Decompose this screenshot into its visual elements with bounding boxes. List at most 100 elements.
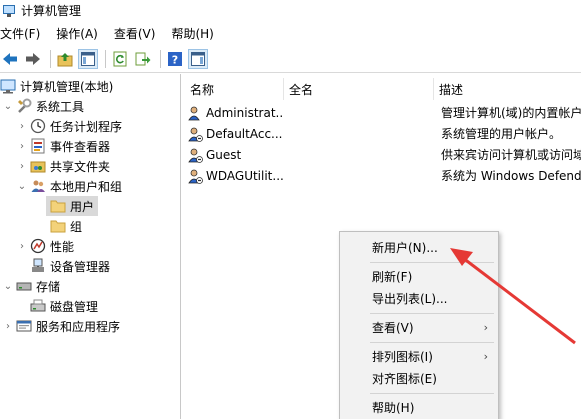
folder-icon [50, 198, 66, 214]
menu-item-view[interactable]: 查看(V) › [340, 316, 498, 338]
help-icon[interactable]: ? [165, 49, 185, 69]
show-hide-action-pane-icon[interactable] [188, 48, 208, 69]
tree-node-performance[interactable]: › 性能 [16, 236, 78, 256]
user-icon [187, 147, 203, 163]
chevron-right-icon[interactable]: › [2, 320, 14, 332]
navigation-tree: 计算机管理(本地) ⌄ 系统工具 › 任务计划程序 › 事件查看器 › 共享文件… [0, 74, 181, 419]
forward-icon[interactable] [23, 49, 43, 69]
tree-label: 任务计划程序 [50, 119, 123, 134]
menu-item-new-user[interactable]: 新用户(N)... [340, 236, 498, 258]
column-header-description[interactable]: 描述 [434, 78, 581, 100]
show-hide-tree-icon[interactable] [78, 48, 98, 69]
tree-label: 用户 [70, 199, 95, 214]
window-title: 计算机管理 [21, 4, 82, 18]
computer-management-icon [0, 78, 16, 94]
chevron-down-icon[interactable]: ⌄ [2, 280, 14, 292]
tree-node-local-users-groups[interactable]: ⌄ 本地用户和组 [16, 176, 126, 196]
menu-item-refresh[interactable]: 刷新(F) [340, 265, 498, 287]
menu-action[interactable]: 操作(A) [56, 25, 106, 42]
title-bar: 计算机管理 [0, 0, 581, 21]
tree-node-groups[interactable]: 组 [46, 216, 86, 236]
context-menu: 新用户(N)... 刷新(F) 导出列表(L)... 查看(V) › 排列图标(I… [339, 231, 499, 419]
tree-node-disk-management[interactable]: 磁盘管理 [28, 296, 102, 316]
menu-separator [370, 313, 494, 314]
tree-label: 事件查看器 [50, 139, 111, 154]
user-description: 管理计算机(域)的内置帐户 [441, 106, 581, 120]
table-row[interactable]: Guest 供来宾访问计算机或访问域 [183, 144, 581, 165]
refresh-icon[interactable] [110, 49, 130, 69]
tree-label: 设备管理器 [50, 259, 111, 274]
menu-item-label: 新用户(N)... [372, 240, 438, 255]
chevron-right-icon[interactable]: › [16, 160, 28, 172]
menu-view[interactable]: 查看(V) [114, 25, 164, 42]
back-icon[interactable] [0, 49, 20, 69]
toolbar-separator [160, 49, 161, 68]
chevron-right-icon: › [483, 320, 488, 334]
user-icon [187, 105, 203, 121]
menu-item-label: 对齐图标(E) [372, 371, 437, 386]
table-row[interactable]: Administrat... 管理计算机(域)的内置帐户 [183, 102, 581, 123]
tree-node-storage[interactable]: ⌄ 存储 [2, 276, 64, 296]
storage-icon [16, 278, 32, 294]
export-list-icon[interactable] [133, 49, 153, 69]
table-row[interactable]: WDAGUtilit... 系统为 Windows Defend [183, 165, 581, 186]
menu-separator [370, 393, 494, 394]
device-manager-icon [30, 258, 46, 274]
tree-node-computer-management[interactable]: 计算机管理(本地) [0, 76, 117, 96]
tree-node-shared-folders[interactable]: › 共享文件夹 [16, 156, 114, 176]
services-icon [16, 318, 32, 334]
user-name: Administrat... [206, 105, 284, 120]
menu-separator [370, 342, 494, 343]
user-icon [187, 126, 203, 142]
performance-icon [30, 238, 46, 254]
user-description: 系统管理的用户帐户。 [441, 127, 562, 141]
tree-node-device-manager[interactable]: 设备管理器 [28, 256, 114, 276]
menu-item-label: 排列图标(I) [372, 349, 433, 364]
toolbar-separator [105, 49, 106, 68]
tree-node-task-scheduler[interactable]: › 任务计划程序 [16, 116, 126, 136]
up-folder-icon[interactable] [55, 49, 75, 69]
chevron-right-icon: › [483, 349, 488, 363]
menu-item-export-list[interactable]: 导出列表(L)... [340, 287, 498, 309]
tree-label: 本地用户和组 [50, 179, 123, 194]
shared-folder-icon [30, 158, 46, 174]
user-description: 供来宾访问计算机或访问域 [441, 148, 581, 162]
chevron-right-icon[interactable]: › [16, 240, 28, 252]
chevron-right-icon[interactable]: › [16, 120, 28, 132]
chevron-down-icon[interactable]: ⌄ [16, 180, 28, 192]
clock-icon [30, 118, 46, 134]
user-name: DefaultAcc... [206, 126, 283, 141]
tree-node-users[interactable]: 用户 [46, 196, 99, 216]
tree-node-event-viewer[interactable]: › 事件查看器 [16, 136, 114, 156]
menu-bar: 文件(F) 操作(A) 查看(V) 帮助(H) [0, 21, 581, 45]
tree-label: 共享文件夹 [50, 159, 111, 174]
chevron-right-icon[interactable]: › [16, 140, 28, 152]
tree-node-services-applications[interactable]: › 服务和应用程序 [2, 316, 124, 336]
column-header-fullname[interactable]: 全名 [284, 78, 434, 100]
menu-item-arrange-icons[interactable]: 排列图标(I) › [340, 345, 498, 367]
user-name: WDAGUtilit... [206, 168, 284, 183]
computer-management-icon [2, 4, 16, 18]
chevron-down-icon[interactable]: ⌄ [2, 100, 14, 112]
tree-label: 服务和应用程序 [36, 319, 121, 334]
menu-item-align-icons[interactable]: 对齐图标(E) [340, 367, 498, 389]
svg-text:?: ? [172, 53, 178, 66]
toolbar: ? [0, 45, 581, 73]
table-row[interactable]: DefaultAcc... 系统管理的用户帐户。 [183, 123, 581, 144]
tree-label: 组 [70, 219, 83, 234]
users-group-icon [30, 178, 46, 194]
menu-item-label: 查看(V) [372, 320, 414, 335]
toolbar-separator [50, 49, 51, 68]
tree-node-system-tools[interactable]: ⌄ 系统工具 [2, 96, 88, 116]
menu-item-label: 导出列表(L)... [372, 291, 448, 306]
column-header-label: 描述 [439, 82, 464, 97]
menu-file[interactable]: 文件(F) [0, 25, 48, 42]
tools-icon [16, 98, 32, 114]
tree-label: 性能 [50, 239, 75, 254]
user-name: Guest [206, 147, 242, 162]
user-icon [187, 168, 203, 184]
menu-item-help[interactable]: 帮助(H) [340, 396, 498, 418]
tree-label: 系统工具 [36, 99, 85, 114]
menu-help[interactable]: 帮助(H) [171, 25, 221, 42]
column-header-name[interactable]: 名称 [185, 78, 284, 100]
